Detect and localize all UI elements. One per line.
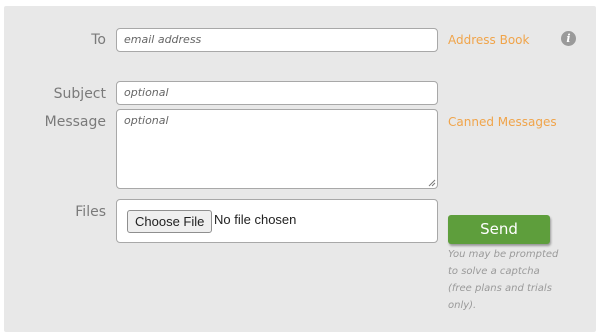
subject-label: Subject: [53, 86, 106, 102]
captcha-note: You may be prompted to solve a captcha (…: [448, 249, 559, 311]
info-icon[interactable]: i: [561, 31, 576, 46]
message-label: Message: [44, 114, 106, 130]
canned-messages-link[interactable]: Canned Messages: [448, 115, 557, 129]
subject-input[interactable]: optional: [116, 81, 438, 105]
message-placeholder: optional: [124, 114, 169, 127]
file-input: Choose File No file chosen: [116, 199, 438, 243]
address-book-link[interactable]: Address Book: [448, 33, 529, 47]
choose-file-button[interactable]: Choose File: [127, 210, 213, 233]
resize-grip-icon[interactable]: [428, 179, 436, 187]
to-placeholder: email address: [124, 33, 202, 46]
send-button[interactable]: Send: [448, 215, 550, 244]
message-textarea[interactable]: optional: [116, 109, 438, 189]
to-label: To: [91, 32, 106, 48]
files-label: Files: [75, 204, 106, 220]
to-email-input[interactable]: email address: [116, 28, 438, 52]
subject-placeholder: optional: [124, 86, 169, 99]
no-file-chosen-text: No file chosen: [214, 212, 297, 227]
